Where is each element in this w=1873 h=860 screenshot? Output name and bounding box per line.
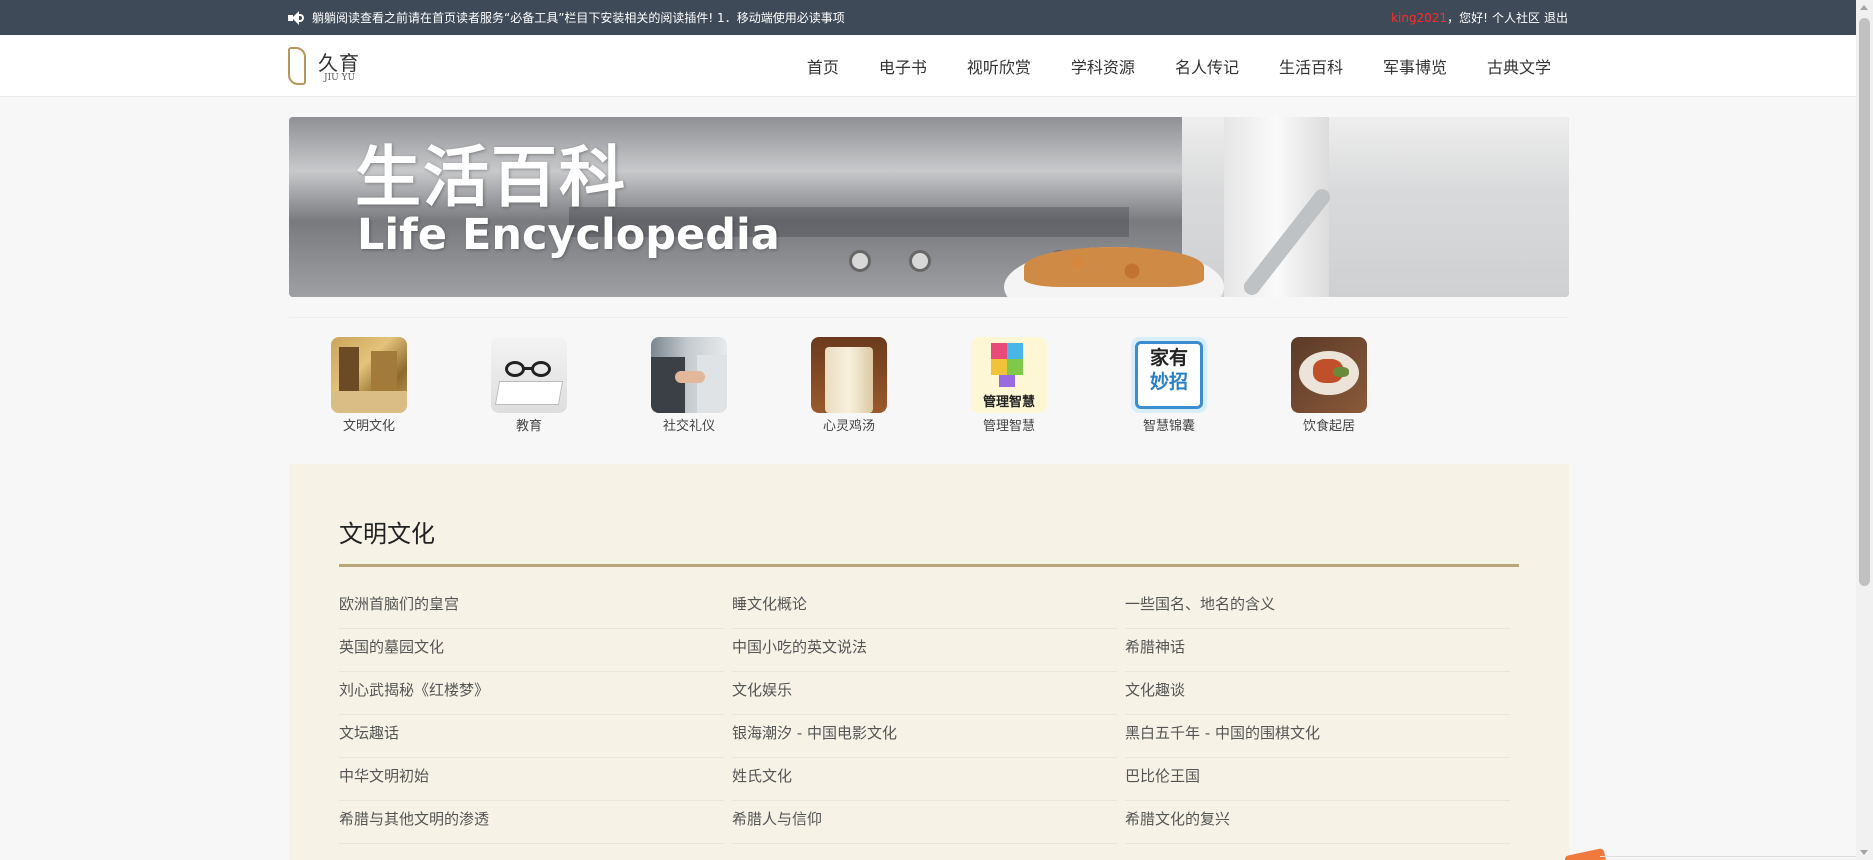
article-link[interactable]: 中国小吃的英文说法	[732, 629, 1117, 672]
article-link[interactable]: 文坛趣话	[339, 715, 724, 758]
article-link[interactable]: 银海潮汐 - 中国电影文化	[732, 715, 1117, 758]
banner-title-en: Life Encyclopedia	[357, 210, 780, 260]
username-link[interactable]: king2021	[1391, 11, 1447, 25]
handshake-icon	[651, 337, 727, 413]
site-logo[interactable]: 久育 JIU YU	[288, 45, 368, 87]
list-row: 希腊与其他文明的渗透 希腊人与信仰 希腊文化的复兴	[339, 801, 1519, 844]
article-link[interactable]: 姓氏文化	[732, 758, 1117, 801]
community-link[interactable]: 个人社区	[1492, 9, 1540, 26]
nav-item-classics[interactable]: 古典文学	[1487, 54, 1551, 78]
notice-marquee: 躺躺阅读查看之前请在首页读者服务“必备工具”栏目下安装相关的阅读插件! 1．移动…	[312, 11, 845, 25]
article-link[interactable]: 一些国名、地名的含义	[1125, 586, 1510, 629]
category-label: 心灵鸡汤	[822, 419, 875, 434]
nav-item-resources[interactable]: 学科资源	[1071, 54, 1135, 78]
site-header: 久育 JIU YU 首页 电子书 视听欣赏 学科资源 名人传记 生活百科 军事博…	[0, 35, 1856, 97]
scroll-up-icon[interactable]	[1860, 5, 1868, 10]
top-notice-bar: 躺躺阅读查看之前请在首页读者服务“必备工具”栏目下安装相关的阅读插件! 1．移动…	[0, 0, 1856, 35]
palace-painting-icon	[331, 337, 407, 413]
category-item[interactable]: 管理智慧 管理智慧	[969, 337, 1049, 434]
scroll-down-icon[interactable]	[1860, 850, 1868, 855]
page-scrollbar[interactable]	[1856, 0, 1873, 860]
list-row: 英国的墓园文化 中国小吃的英文说法 希腊神话	[339, 629, 1519, 672]
article-link[interactable]: 巴比伦王国	[1125, 758, 1510, 801]
glasses-book-icon	[491, 337, 567, 413]
nav-item-ebook[interactable]: 电子书	[879, 54, 927, 78]
house-tips-badge-2: 妙招	[1149, 371, 1188, 393]
house-tips-icon: 家有 妙招	[1131, 337, 1207, 413]
article-link[interactable]: 欧洲首脑们的皇宫	[339, 586, 724, 629]
article-link[interactable]: 希腊文化的复兴	[1125, 801, 1510, 844]
section-title: 文明文化	[339, 520, 435, 548]
floating-widget-icon[interactable]	[1564, 847, 1606, 860]
logo-en-text: JIU YU	[324, 73, 356, 83]
nav-item-military[interactable]: 军事博览	[1383, 54, 1447, 78]
category-item[interactable]: 心灵鸡汤	[809, 337, 889, 434]
speaker-icon	[288, 10, 304, 25]
article-link[interactable]: 文化趣谈	[1125, 672, 1510, 715]
category-item[interactable]: 文明文化	[329, 337, 409, 434]
logo-cn-text: 久育	[318, 51, 360, 75]
list-row: 欧洲首脑们的皇宫 睡文化概论 一些国名、地名的含义	[339, 586, 1519, 629]
category-label: 智慧锦囊	[1142, 419, 1195, 434]
cereal-illustration	[1024, 247, 1204, 287]
article-link[interactable]: 希腊人与信仰	[732, 801, 1117, 844]
category-item[interactable]: 社交礼仪	[649, 337, 729, 434]
scroll-logo-icon	[288, 47, 306, 85]
article-link[interactable]: 黑白五千年 - 中国的围棋文化	[1125, 715, 1510, 758]
banner-title-cn: 生活百科	[355, 139, 627, 216]
article-link[interactable]: 文化娱乐	[732, 672, 1117, 715]
article-link[interactable]: 中华文明初始	[339, 758, 724, 801]
cup-icon	[811, 337, 887, 413]
category-label: 饮食起居	[1302, 419, 1355, 434]
greeting-text: ，您好!	[1447, 11, 1488, 25]
hero-banner: 生活百科 Life Encyclopedia	[289, 117, 1569, 297]
category-item[interactable]: 教育	[489, 337, 569, 434]
category-item[interactable]: 家有 妙招 智慧锦囊	[1129, 337, 1209, 434]
list-row: 刘心武揭秘《红楼梦》 文化娱乐 文化趣谈	[339, 672, 1519, 715]
logout-link[interactable]: 退出	[1544, 9, 1568, 26]
category-label: 教育	[515, 419, 542, 434]
article-link[interactable]: 希腊神话	[1125, 629, 1510, 672]
nav-item-life[interactable]: 生活百科	[1279, 54, 1343, 78]
nav-item-biography[interactable]: 名人传记	[1175, 54, 1239, 78]
category-strip: 文明文化 教育 社交礼仪 心灵鸡汤 管理智慧 管理智慧 家有 妙招 智慧锦囊 饮…	[289, 317, 1569, 444]
user-box: king2021 ，您好! 个人社区 退出	[1391, 0, 1568, 35]
food-plate-icon	[1291, 337, 1367, 413]
knob-icon	[849, 250, 871, 272]
list-row: 中华文明初始 姓氏文化 巴比伦王国	[339, 758, 1519, 801]
article-list: 欧洲首脑们的皇宫 睡文化概论 一些国名、地名的含义 英国的墓园文化 中国小吃的英…	[339, 586, 1519, 844]
category-label: 管理智慧	[982, 419, 1035, 434]
scrollbar-thumb[interactable]	[1859, 18, 1870, 586]
knob-icon	[909, 250, 931, 272]
house-tips-badge-1: 家有	[1149, 347, 1188, 369]
section-panel: 文明文化 欧洲首脑们的皇宫 睡文化概论 一些国名、地名的含义 英国的墓园文化 中…	[289, 464, 1569, 860]
nav-item-home[interactable]: 首页	[807, 54, 839, 78]
article-link[interactable]: 希腊与其他文明的渗透	[339, 801, 724, 844]
top-notice-inner: 躺躺阅读查看之前请在首页读者服务“必备工具”栏目下安装相关的阅读插件! 1．移动…	[288, 0, 1568, 35]
list-row: 文坛趣话 银海潮汐 - 中国电影文化 黑白五千年 - 中国的围棋文化	[339, 715, 1519, 758]
section-divider	[339, 564, 1519, 567]
cube-book-icon: 管理智慧	[971, 337, 1047, 413]
article-link[interactable]: 英国的墓园文化	[339, 629, 724, 672]
nav-item-media[interactable]: 视听欣赏	[967, 54, 1031, 78]
category-label: 文明文化	[342, 419, 395, 434]
category-item[interactable]: 饮食起居	[1289, 337, 1369, 434]
article-link[interactable]: 睡文化概论	[732, 586, 1117, 629]
main-nav: 首页 电子书 视听欣赏 学科资源 名人传记 生活百科 军事博览 古典文学	[767, 35, 1551, 97]
category-label: 社交礼仪	[662, 419, 715, 434]
article-link[interactable]: 刘心武揭秘《红楼梦》	[339, 672, 724, 715]
cube-book-badge: 管理智慧	[982, 395, 1035, 410]
